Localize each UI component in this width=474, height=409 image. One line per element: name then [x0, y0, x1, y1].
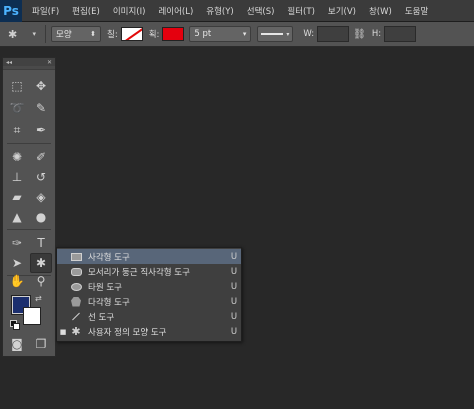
options-bar: ✱ ▾ 모양 ⬍ 칠: 획: 5 pt ▾ ▾ W: ⛓ H: — [0, 22, 474, 47]
menu-window[interactable]: 창(W) — [369, 5, 392, 17]
line-icon — [69, 311, 83, 322]
path-select-tool-icon[interactable]: ➤ — [6, 253, 28, 273]
custom-shape-icon: ✱ — [71, 325, 81, 338]
height-label: H: — [371, 29, 382, 39]
default-colors-icon[interactable] — [10, 320, 20, 330]
menu-bar: Ps 파일(F) 편집(E) 이미지(I) 레이어(L) 유형(Y) 선택(S)… — [0, 0, 474, 22]
photoshop-logo[interactable]: Ps — [0, 0, 22, 22]
panel-grip[interactable] — [3, 66, 55, 70]
link-icon[interactable]: ⛓ — [353, 29, 366, 40]
shortcut-key: U — [230, 251, 238, 262]
menu-select[interactable]: 선택(S) — [247, 5, 275, 17]
stroke-width-value: 5 pt — [194, 29, 212, 39]
line-style-icon — [261, 33, 284, 35]
menu-view[interactable]: 보기(V) — [328, 5, 356, 17]
flyout-item-custom-shape[interactable]: ■ ✱ 사용자 정의 모양 도구 U — [57, 324, 241, 339]
updown-icon: ⬍ — [90, 30, 96, 38]
menu-filter[interactable]: 필터(T) — [287, 5, 314, 17]
menu-help[interactable]: 도움말 — [405, 5, 428, 17]
dodge-tool-icon[interactable]: ● — [30, 207, 52, 227]
quick-select-tool-icon[interactable]: ✎ — [30, 98, 52, 118]
move-tool-icon[interactable]: ✥ — [30, 76, 52, 96]
swap-colors-icon[interactable]: ⇄ — [35, 294, 42, 303]
divider — [7, 143, 51, 144]
stroke-width-select[interactable]: 5 pt ▾ — [189, 26, 252, 42]
divider — [7, 229, 51, 230]
marquee-tool-icon[interactable]: ⬚ — [6, 76, 28, 96]
history-brush-tool-icon[interactable]: ↺ — [30, 167, 52, 187]
shortcut-key: U — [230, 311, 238, 322]
flyout-item-polygon[interactable]: 다각형 도구 U — [57, 294, 241, 309]
crop-tool-icon[interactable]: ⌗ — [6, 120, 28, 140]
flyout-item-line[interactable]: 선 도구 U — [57, 309, 241, 324]
collapse-icon[interactable]: ◂◂ — [6, 59, 12, 66]
menu-file[interactable]: 파일(F) — [32, 5, 59, 17]
flyout-item-label: 선 도구 — [88, 312, 115, 323]
menu-edit[interactable]: 편집(E) — [72, 5, 100, 17]
flyout-item-label: 타원 도구 — [88, 282, 122, 293]
width-field[interactable] — [317, 26, 350, 42]
paint-bucket-tool-icon[interactable]: ◈ — [30, 187, 52, 207]
flyout-item-rounded-rectangle[interactable]: 모서리가 둥근 직사각형 도구 U — [57, 264, 241, 279]
flyout-item-label: 다각형 도구 — [88, 297, 130, 308]
type-tool-icon[interactable]: T — [30, 233, 52, 253]
stroke-label: 획: — [148, 30, 160, 40]
shortcut-key: U — [230, 326, 238, 337]
divider — [45, 25, 46, 43]
height-field[interactable] — [384, 26, 417, 42]
eyedropper-tool-icon[interactable]: ✒ — [30, 120, 52, 140]
flyout-item-rectangle[interactable]: 사각형 도구 U — [57, 249, 241, 264]
stroke-type-select[interactable]: ▾ — [257, 26, 294, 42]
clone-stamp-tool-icon[interactable]: ⊥ — [6, 167, 28, 187]
stroke-swatch[interactable] — [162, 27, 185, 41]
menu-type[interactable]: 유형(Y) — [206, 5, 233, 17]
chevron-down-icon: ▾ — [32, 30, 36, 38]
zoom-tool-icon[interactable]: ⚲ — [30, 271, 52, 291]
blur-tool-icon[interactable]: ▲ — [6, 207, 28, 227]
chevron-down-icon: ▾ — [286, 30, 290, 38]
tools-panel-header: ◂◂ ✕ — [3, 58, 55, 66]
rounded-rectangle-icon — [69, 266, 83, 277]
flyout-item-ellipse[interactable]: 타원 도구 U — [57, 279, 241, 294]
brush-tool-icon[interactable]: ✐ — [30, 147, 52, 167]
custom-shape-tool-icon[interactable]: ✱ — [30, 253, 52, 273]
shortcut-key: U — [230, 281, 238, 292]
shape-mode-select[interactable]: 모양 ⬍ — [51, 26, 101, 42]
width-label: W: — [303, 29, 315, 39]
ellipse-icon — [69, 281, 83, 292]
pen-tool-icon[interactable]: ✑ — [6, 233, 28, 253]
eraser-tool-icon[interactable]: ▰ — [6, 187, 28, 207]
background-color-swatch[interactable] — [23, 307, 41, 325]
shortcut-key: U — [230, 296, 238, 307]
hand-tool-icon[interactable]: ✋ — [6, 271, 28, 291]
menu-image[interactable]: 이미지(I) — [113, 5, 146, 17]
chevron-down-icon: ▾ — [242, 30, 247, 38]
check-indicator: ■ — [59, 327, 67, 336]
quick-mask-icon[interactable]: ◙ — [6, 334, 28, 354]
close-icon[interactable]: ✕ — [47, 59, 52, 66]
fill-swatch[interactable] — [120, 27, 143, 41]
shape-tool-flyout: 사각형 도구 U 모서리가 둥근 직사각형 도구 U 타원 도구 U 다각형 도… — [56, 247, 242, 342]
healing-brush-tool-icon[interactable]: ✺ — [6, 147, 28, 167]
screen-mode-icon[interactable]: ❐ — [30, 334, 52, 354]
shortcut-key: U — [230, 266, 238, 277]
lasso-tool-icon[interactable]: ➰ — [6, 98, 28, 118]
polygon-icon — [69, 296, 83, 307]
tool-preset-picker[interactable]: ✱ ▾ — [4, 24, 40, 44]
rectangle-icon — [69, 251, 83, 262]
menu-layer[interactable]: 레이어(L) — [158, 5, 193, 17]
fill-label: 칠: — [107, 30, 118, 40]
flyout-item-label: 모서리가 둥근 직사각형 도구 — [88, 267, 190, 278]
custom-shape-icon: ✱ — [8, 27, 18, 41]
flyout-item-label: 사용자 정의 모양 도구 — [88, 327, 167, 338]
shape-mode-value: 모양 — [56, 30, 72, 40]
flyout-item-label: 사각형 도구 — [88, 252, 130, 263]
tools-panel: ◂◂ ✕ ⬚ ✥ ➰ ✎ ⌗ ✒ ✺ ✐ ⊥ ↺ ▰ ◈ ▲ ● ✑ T ➤ ✱… — [2, 57, 56, 357]
